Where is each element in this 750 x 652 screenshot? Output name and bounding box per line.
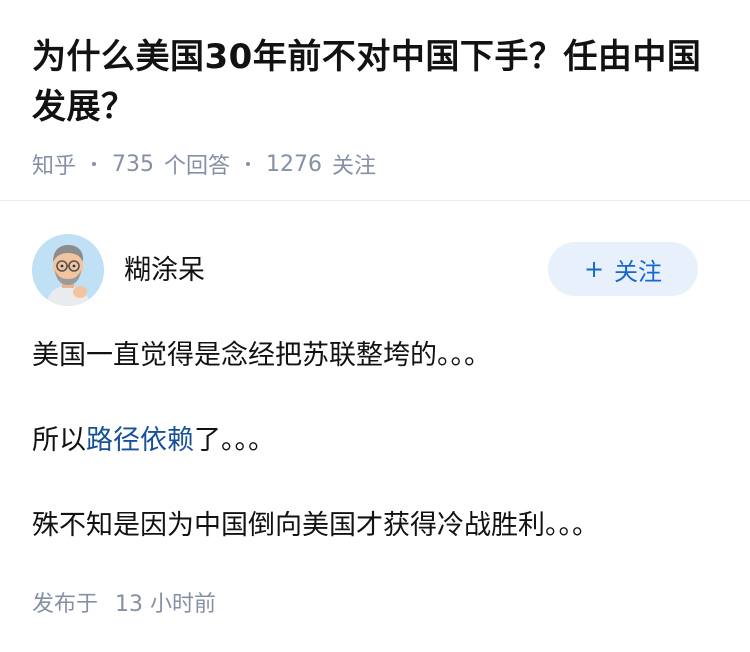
plus-icon: + [583, 255, 605, 283]
follow-button[interactable]: + 关注 [548, 242, 698, 296]
publish-time-value: 13 小时前 [115, 592, 217, 617]
author-row: 糊涂呆 + 关注 [32, 234, 718, 306]
publish-prefix: 发布于 [32, 592, 99, 617]
memoji-avatar-icon[interactable] [32, 234, 104, 306]
question-title[interactable]: 为什么美国30年前不对中国下手？任由中国发展？ [32, 32, 722, 132]
follow-count-label: 关注 [332, 154, 377, 179]
answer-page: 为什么美国30年前不对中国下手？任由中国发展？ 知乎 735 个回答 1276 … [0, 0, 750, 652]
question-meta: 知乎 735 个回答 1276 关注 [32, 148, 722, 180]
keyword-link[interactable]: 路径依赖 [86, 425, 194, 456]
meta-separator [246, 162, 251, 166]
answer-content: 美国一直觉得是念经把苏联整垮的。。。 所以路径依赖了。。。 殊不知是因为中国倒向… [32, 336, 722, 591]
question-header: 为什么美国30年前不对中国下手？任由中国发展？ 知乎 735 个回答 1276 … [32, 32, 722, 180]
answer-count: 735 [112, 151, 155, 177]
answer-text: 所以 [32, 425, 86, 456]
answer-paragraph: 殊不知是因为中国倒向美国才获得冷战胜利。。。 [32, 510, 599, 541]
author-name[interactable]: 糊涂呆 [124, 248, 205, 287]
answer-text: 了。。。 [194, 425, 275, 456]
divider [0, 200, 750, 201]
answer-paragraph: 美国一直觉得是念经把苏联整垮的。。。 [32, 340, 491, 371]
follow-button-label: 关注 [614, 257, 663, 286]
source-label[interactable]: 知乎 [32, 148, 76, 180]
meta-separator [92, 162, 97, 166]
answer-count-label[interactable]: 个回答 [164, 148, 230, 180]
follow-count: 1276 [266, 151, 323, 177]
answer-paragraph: 所以路径依赖了。。。 [32, 421, 722, 461]
publish-time: 发布于 13 小时前 [32, 586, 216, 618]
